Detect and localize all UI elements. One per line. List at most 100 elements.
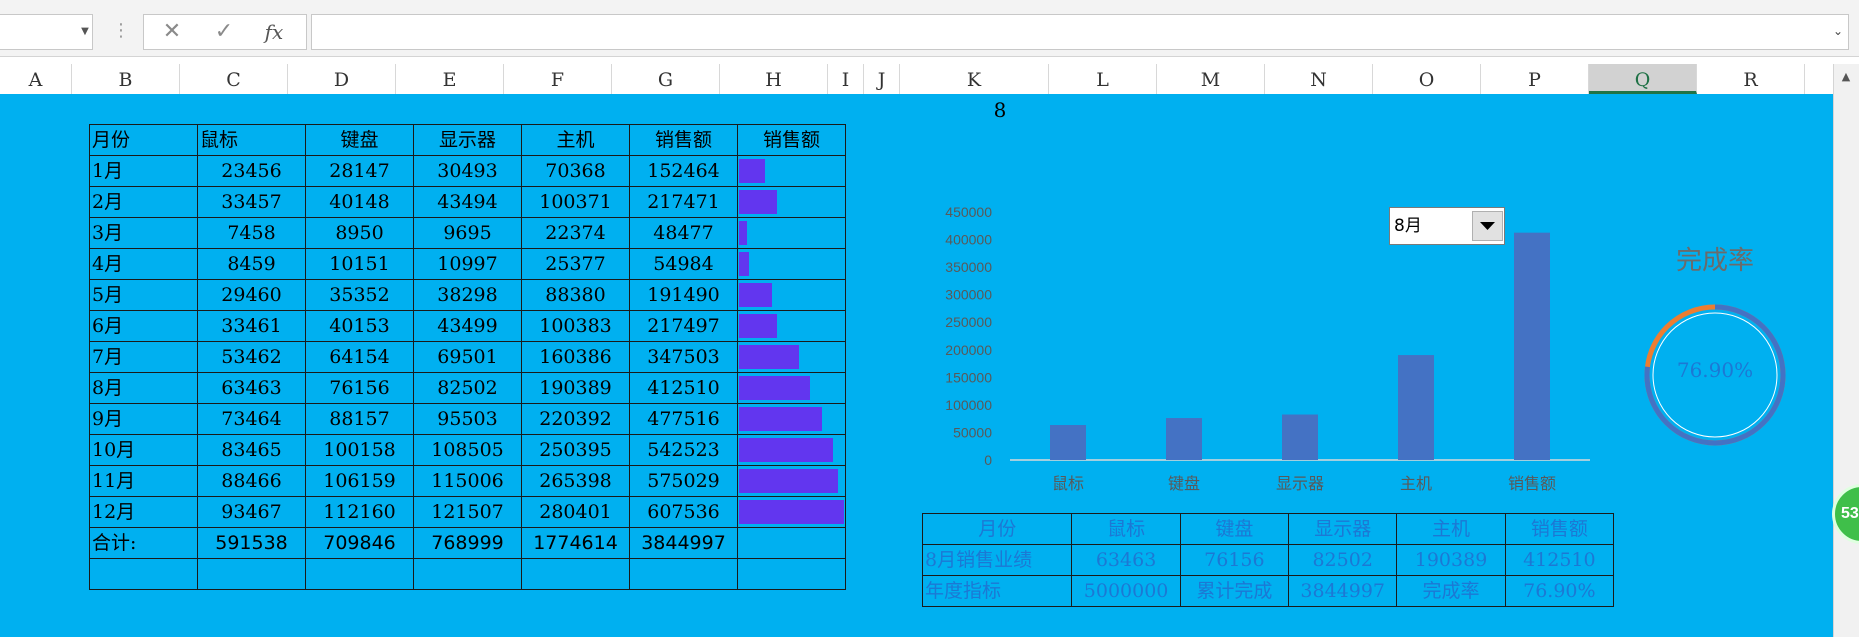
- cell-host[interactable]: 280401: [521, 496, 630, 528]
- formula-input[interactable]: [311, 14, 1849, 50]
- column-header-f[interactable]: F: [504, 64, 612, 94]
- cell-month[interactable]: 9月: [89, 403, 198, 435]
- summary-cell[interactable]: 主机: [1396, 513, 1506, 545]
- cell-month[interactable]: 1月: [89, 155, 198, 187]
- column-header-b[interactable]: B: [72, 64, 180, 94]
- cell-databar[interactable]: [737, 155, 846, 187]
- bar-2[interactable]: [1282, 414, 1318, 460]
- total-host[interactable]: 1774614: [521, 527, 630, 559]
- chevron-down-icon[interactable]: ▼: [78, 14, 92, 48]
- cell-mouse[interactable]: 88466: [197, 465, 306, 497]
- cell-host[interactable]: 70368: [521, 155, 630, 187]
- cell-mouse[interactable]: 23456: [197, 155, 306, 187]
- cell-mouse[interactable]: 8459: [197, 248, 306, 280]
- cell-sales[interactable]: 48477: [629, 217, 738, 249]
- cell-databar[interactable]: [737, 217, 846, 249]
- cell-monitor[interactable]: 108505: [413, 434, 522, 466]
- scroll-up-icon[interactable]: ▲: [1837, 68, 1855, 86]
- column-header-n[interactable]: N: [1265, 64, 1373, 94]
- cell-month[interactable]: 3月: [89, 217, 198, 249]
- cell-mouse[interactable]: 7458: [197, 217, 306, 249]
- cell-month[interactable]: 2月: [89, 186, 198, 218]
- summary-cell[interactable]: 销售额: [1504, 513, 1615, 545]
- cell-month[interactable]: 6月: [89, 310, 198, 342]
- cell-host[interactable]: 190389: [521, 372, 630, 404]
- insert-function-icon[interactable]: fx: [254, 15, 294, 49]
- summary-cell[interactable]: 鼠标: [1071, 513, 1181, 545]
- summary-cell[interactable]: 3844997: [1288, 575, 1398, 607]
- cell-monitor[interactable]: 38298: [413, 279, 522, 311]
- cell-sales[interactable]: 217497: [629, 310, 738, 342]
- cell-monitor[interactable]: 121507: [413, 496, 522, 528]
- cell-monitor[interactable]: 82502: [413, 372, 522, 404]
- total-monitor[interactable]: 768999: [413, 527, 522, 559]
- empty-cell[interactable]: [413, 558, 522, 590]
- cell-sales[interactable]: 477516: [629, 403, 738, 435]
- summary-cell[interactable]: 412510: [1504, 544, 1615, 576]
- header-cell[interactable]: 键盘: [305, 124, 414, 156]
- cell-mouse[interactable]: 83465: [197, 434, 306, 466]
- header-cell[interactable]: 月份: [89, 124, 198, 156]
- summary-cell[interactable]: 键盘: [1179, 513, 1290, 545]
- cell-databar[interactable]: [737, 465, 846, 497]
- cell-month[interactable]: 8月: [89, 372, 198, 404]
- cell-sales[interactable]: 191490: [629, 279, 738, 311]
- column-header-j[interactable]: J: [864, 64, 900, 94]
- cell-mouse[interactable]: 33457: [197, 186, 306, 218]
- cell-databar[interactable]: [737, 248, 846, 280]
- summary-cell[interactable]: 8月销售业绩: [921, 544, 1073, 576]
- cancel-icon[interactable]: ✕: [152, 15, 192, 49]
- empty-cell[interactable]: [629, 558, 738, 590]
- column-header-r[interactable]: R: [1697, 64, 1805, 94]
- column-header-k[interactable]: K: [900, 64, 1049, 94]
- column-header-i[interactable]: I: [828, 64, 864, 94]
- column-header-c[interactable]: C: [180, 64, 288, 94]
- cell-sales[interactable]: 54984: [629, 248, 738, 280]
- cell-keyboard[interactable]: 10151: [305, 248, 414, 280]
- cell-keyboard[interactable]: 40148: [305, 186, 414, 218]
- cell-mouse[interactable]: 63463: [197, 372, 306, 404]
- cell-month[interactable]: 11月: [89, 465, 198, 497]
- bar-0[interactable]: [1050, 425, 1086, 460]
- cell-sales[interactable]: 152464: [629, 155, 738, 187]
- cell-sales[interactable]: 542523: [629, 434, 738, 466]
- cell-keyboard[interactable]: 35352: [305, 279, 414, 311]
- column-header-h[interactable]: H: [720, 64, 828, 94]
- total-sales[interactable]: 3844997: [629, 527, 738, 559]
- header-cell[interactable]: 显示器: [413, 124, 522, 156]
- cell-keyboard[interactable]: 40153: [305, 310, 414, 342]
- cell-mouse[interactable]: 73464: [197, 403, 306, 435]
- summary-cell[interactable]: 190389: [1396, 544, 1506, 576]
- column-header-p[interactable]: P: [1481, 64, 1589, 94]
- cell-month[interactable]: 5月: [89, 279, 198, 311]
- enter-icon[interactable]: ✓: [204, 15, 244, 49]
- cell-databar[interactable]: [737, 403, 846, 435]
- bar-3[interactable]: [1398, 355, 1434, 460]
- cell-host[interactable]: 160386: [521, 341, 630, 373]
- empty-cell[interactable]: [737, 527, 846, 559]
- cell-monitor[interactable]: 9695: [413, 217, 522, 249]
- cell-keyboard[interactable]: 8950: [305, 217, 414, 249]
- summary-cell[interactable]: 63463: [1071, 544, 1181, 576]
- summary-cell[interactable]: 82502: [1288, 544, 1398, 576]
- cell-databar[interactable]: [737, 279, 846, 311]
- empty-cell[interactable]: [305, 558, 414, 590]
- column-header-l[interactable]: L: [1049, 64, 1157, 94]
- column-header-g[interactable]: G: [612, 64, 720, 94]
- cell-sales[interactable]: 607536: [629, 496, 738, 528]
- header-cell[interactable]: 销售额: [737, 124, 846, 156]
- month-dropdown-value[interactable]: 8月: [1394, 207, 1464, 245]
- cell-sales[interactable]: 347503: [629, 341, 738, 373]
- cell-month[interactable]: 12月: [89, 496, 198, 528]
- column-header-d[interactable]: D: [288, 64, 396, 94]
- header-cell[interactable]: 销售额: [629, 124, 738, 156]
- column-header-e[interactable]: E: [396, 64, 504, 94]
- summary-cell[interactable]: 月份: [921, 513, 1073, 545]
- empty-cell[interactable]: [89, 558, 198, 590]
- cell-databar[interactable]: [737, 341, 846, 373]
- cell-host[interactable]: 250395: [521, 434, 630, 466]
- cell-monitor[interactable]: 43499: [413, 310, 522, 342]
- cell-host[interactable]: 100371: [521, 186, 630, 218]
- bar-1[interactable]: [1166, 418, 1202, 460]
- cell-keyboard[interactable]: 106159: [305, 465, 414, 497]
